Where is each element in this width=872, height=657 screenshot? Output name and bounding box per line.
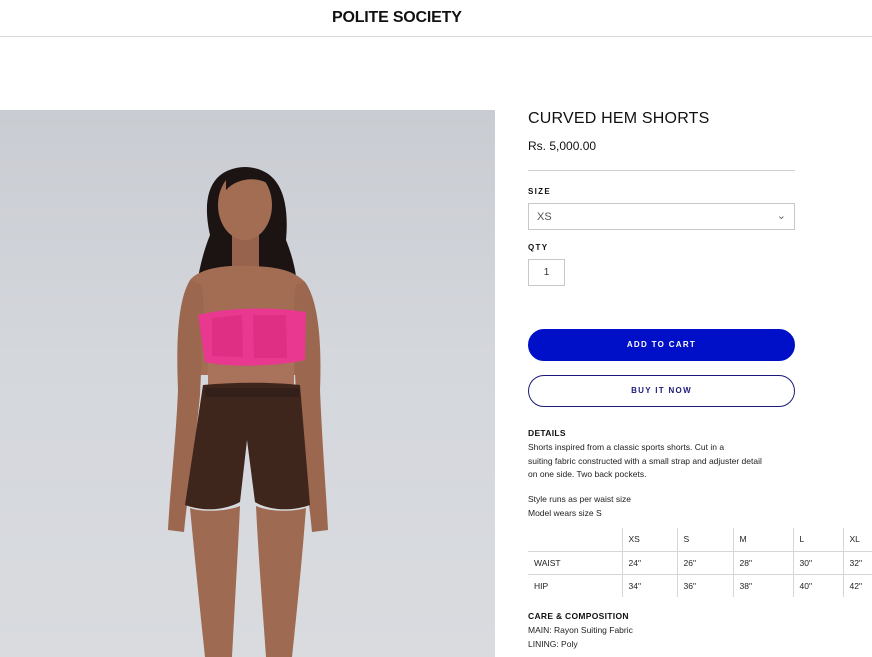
size-chart-cell: 28"	[732, 550, 793, 574]
size-chart-cell: WAIST	[528, 550, 622, 574]
size-chart-cell: 24"	[621, 550, 677, 574]
product-info: CURVED HEM SHORTS Rs. 5,000.00 SIZE XS ⌄…	[528, 110, 872, 649]
size-chart-cell: HIP	[528, 573, 622, 597]
add-to-cart-button[interactable]: ADD TO CART	[528, 329, 795, 361]
buy-it-now-button[interactable]: BUY IT NOW	[528, 375, 795, 407]
care-title: CARE & COMPOSITION	[528, 611, 629, 621]
care-description: MAIN: Rayon Suiting Fabric LINING: Poly	[528, 624, 633, 651]
product-price: Rs. 5,000.00	[528, 139, 597, 153]
size-select[interactable]: XS ⌄	[528, 203, 795, 230]
details-title: DETAILS	[528, 428, 566, 438]
size-chart-cell: S	[676, 528, 733, 551]
care-line: LINING: Poly	[528, 638, 578, 649]
table-row: WAIST 24" 26" 28" 30" 32"	[528, 550, 872, 574]
qty-label: QTY	[528, 243, 549, 252]
size-chart-header: XS S M L XL	[528, 528, 872, 551]
size-chart-cell: 40"	[792, 573, 843, 597]
size-chart: XS S M L XL WAIST 24" 26" 28" 30" 32" HI…	[528, 528, 872, 597]
fit-notes: Style runs as per waist size Model wears…	[528, 493, 631, 520]
product-title: CURVED HEM SHORTS	[528, 110, 710, 127]
size-chart-cell: L	[792, 528, 843, 551]
chevron-down-icon: ⌄	[776, 210, 786, 222]
care-line: MAIN: Rayon Suiting Fabric	[528, 625, 633, 635]
fit-line: Style runs as per waist size	[528, 494, 631, 504]
brand-logo[interactable]: POLITE SOCIETY	[332, 9, 462, 27]
size-chart-cell: XL	[842, 528, 872, 551]
size-chart-cell: M	[732, 528, 793, 551]
size-chart-cell: 38"	[732, 573, 793, 597]
size-chart-cell: XS	[621, 528, 677, 551]
size-chart-cell: 26"	[676, 550, 733, 574]
table-row: HIP 34" 36" 38" 40" 42"	[528, 573, 872, 597]
size-chart-cell: 42"	[842, 573, 872, 597]
site-header: POLITE SOCIETY	[0, 0, 872, 37]
size-chart-cell	[528, 528, 622, 551]
fit-line: Model wears size S	[528, 507, 602, 518]
product-image[interactable]	[0, 110, 495, 657]
size-chart-cell: 32"	[842, 550, 872, 574]
details-line: on one side. Two back pockets.	[528, 469, 647, 479]
details-description: Shorts inspired from a classic sports sh…	[528, 441, 762, 482]
size-select-value: XS	[537, 211, 552, 223]
quantity-input[interactable]: 1	[528, 259, 565, 286]
details-line: suiting fabric constructed with a small …	[528, 455, 762, 466]
size-chart-cell: 36"	[676, 573, 733, 597]
size-chart-cell: 34"	[621, 573, 677, 597]
size-chart-cell: 30"	[792, 550, 843, 574]
size-label: SIZE	[528, 187, 551, 196]
model-illustration	[168, 167, 328, 657]
details-line: Shorts inspired from a classic sports sh…	[528, 442, 725, 452]
divider	[528, 170, 795, 171]
